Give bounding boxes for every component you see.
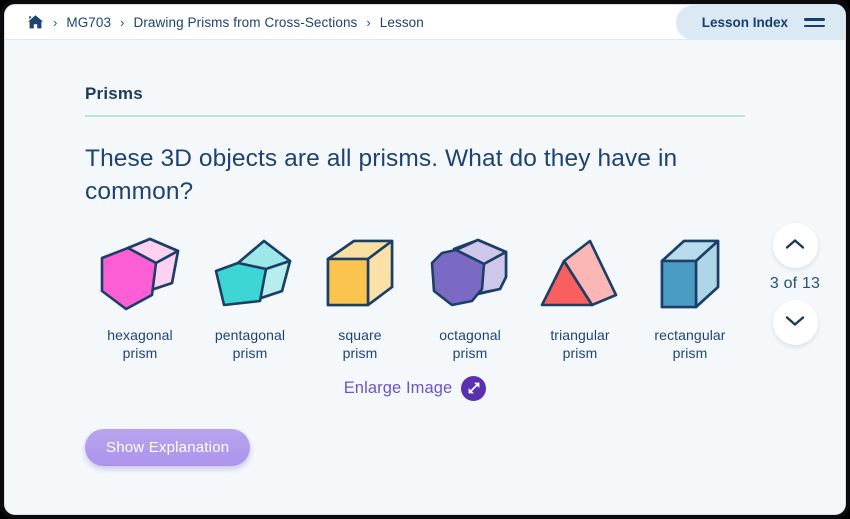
- prism-item-octagonal: octagonal prism: [415, 231, 525, 363]
- prism-label-pentagonal: pentagonal prism: [215, 326, 285, 363]
- prism-label-line2: prism: [562, 345, 598, 362]
- prism-label-rectangular: rectangular prism: [654, 326, 725, 363]
- lesson-index-button[interactable]: Lesson Index: [675, 5, 845, 40]
- breadcrumb-separator-2: ›: [120, 14, 125, 30]
- hexagonal-prism-figure: [92, 231, 188, 319]
- prism-item-rectangular: rectangular prism: [635, 231, 745, 363]
- square-prism-figure: [312, 231, 408, 319]
- home-icon[interactable]: [27, 14, 44, 30]
- device-frame: › MG703 › Drawing Prisms from Cross-Sect…: [0, 0, 850, 519]
- rectangular-prism-figure: [642, 231, 738, 319]
- hamburger-icon[interactable]: [804, 18, 825, 27]
- prism-label-line1: triangular: [550, 326, 610, 343]
- breadcrumb-separator-3: ›: [366, 14, 371, 30]
- prism-label-line2: prism: [122, 345, 158, 362]
- prism-label-line1: hexagonal: [107, 326, 173, 343]
- prism-label-line2: prism: [452, 345, 488, 362]
- prism-item-square: square prism: [305, 231, 415, 363]
- breadcrumb-separator-1: ›: [53, 14, 58, 30]
- prism-label-triangular: triangular prism: [550, 326, 609, 363]
- expand-arrow-icon[interactable]: [461, 375, 487, 401]
- octagonal-prism-figure: [422, 231, 518, 319]
- prism-label-octagonal: octagonal prism: [439, 326, 501, 363]
- lesson-body: Prisms These 3D objects are all prisms. …: [5, 40, 845, 514]
- page-navigation: 3 of 13: [763, 223, 827, 345]
- prism-gallery: hexagonal prism pentagonal prism square …: [85, 231, 745, 363]
- previous-page-button[interactable]: [772, 223, 818, 268]
- app-screen: › MG703 › Drawing Prisms from Cross-Sect…: [4, 4, 846, 515]
- breadcrumb-item-course[interactable]: MG703: [66, 15, 111, 30]
- top-header-bar: › MG703 › Drawing Prisms from Cross-Sect…: [5, 5, 845, 40]
- prism-label-square: square prism: [338, 326, 381, 363]
- page-indicator: 3 of 13: [769, 275, 821, 292]
- prism-item-pentagonal: pentagonal prism: [195, 231, 305, 363]
- prism-label-line2: prism: [342, 345, 378, 362]
- enlarge-image-label: Enlarge Image: [343, 378, 453, 397]
- enlarge-image-link[interactable]: Enlarge Image: [85, 375, 745, 401]
- prism-item-hexagonal: hexagonal prism: [85, 231, 195, 363]
- title-divider: [85, 115, 745, 117]
- prism-item-triangular: triangular prism: [525, 231, 635, 363]
- question-text: These 3D objects are all prisms. What do…: [85, 144, 678, 206]
- breadcrumb-item-unit[interactable]: Drawing Prisms from Cross-Sections: [133, 15, 357, 30]
- breadcrumb-item-lesson[interactable]: Lesson: [380, 15, 424, 30]
- next-page-button[interactable]: [772, 300, 818, 345]
- show-explanation-button[interactable]: Show Explanation: [85, 428, 251, 466]
- page-title: Prisms: [85, 84, 143, 103]
- lesson-content: Prisms These 3D objects are all prisms. …: [85, 84, 745, 466]
- prism-label-hexagonal: hexagonal prism: [107, 326, 173, 363]
- prism-label-line1: square: [338, 326, 382, 343]
- prism-label-line2: prism: [672, 345, 708, 362]
- triangular-prism-figure: [532, 231, 628, 319]
- prism-label-line1: rectangular: [654, 326, 726, 343]
- pentagonal-prism-figure: [202, 231, 298, 319]
- prism-label-line1: pentagonal: [214, 326, 286, 343]
- chevron-up-icon: [785, 237, 805, 255]
- chevron-down-icon: [785, 314, 805, 332]
- lesson-index-label: Lesson Index: [701, 15, 788, 30]
- prism-label-line1: octagonal: [439, 326, 501, 343]
- prism-label-line2: prism: [232, 345, 268, 362]
